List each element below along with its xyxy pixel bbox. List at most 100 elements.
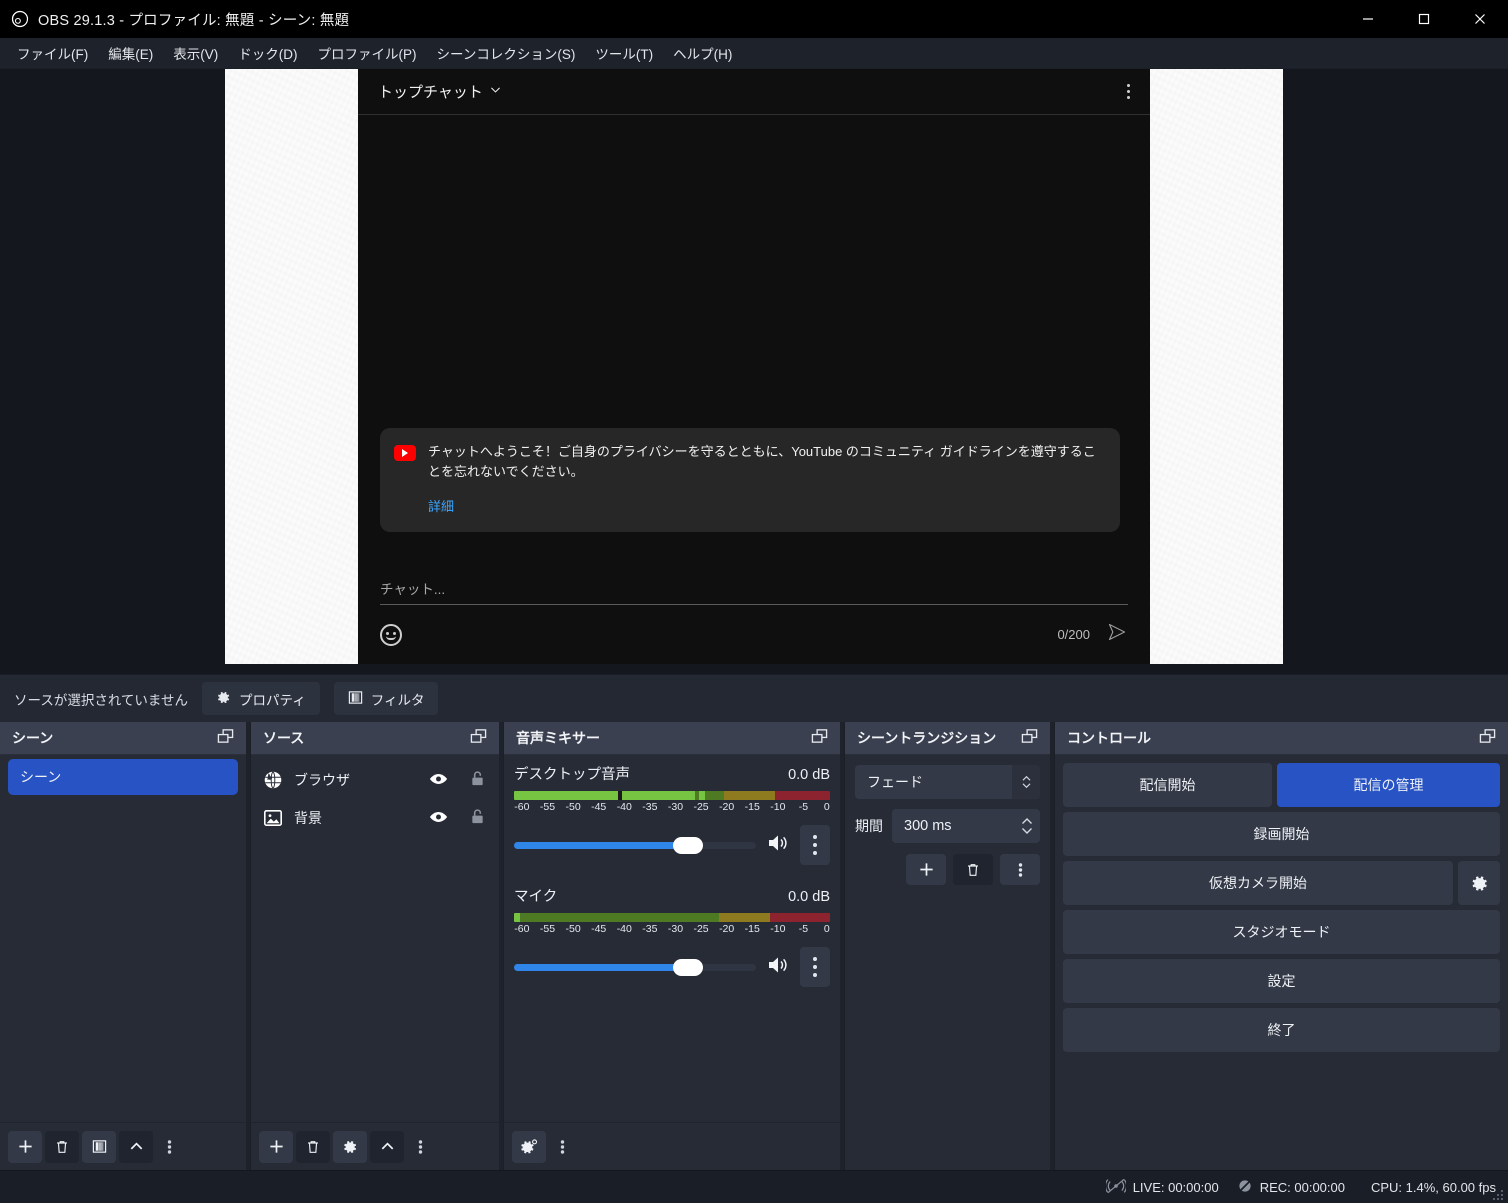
source-properties-gear-icon[interactable] — [333, 1130, 367, 1163]
scenes-dock-footer — [0, 1122, 246, 1170]
source-name: ブラウザ — [294, 772, 350, 788]
duration-row: 期間 300 ms — [855, 809, 1040, 843]
volume-slider[interactable] — [514, 957, 756, 977]
resize-grip[interactable] — [1492, 1188, 1504, 1200]
mixer-meter-ticks: -60 -55 -50 -45 -40 -35 -30 -25 -20 -15 … — [514, 923, 830, 935]
controls-body: 配信開始 配信の管理 録画開始 仮想カメラ開始 スタジオモード 設定 終了 — [1055, 755, 1508, 1170]
source-lock-icon[interactable] — [470, 770, 485, 790]
scenes-dock: シーン シーン — [0, 722, 246, 1170]
live-timer: LIVE: 00:00:00 — [1132, 1179, 1219, 1195]
menu-file[interactable]: ファイル(F) — [8, 39, 97, 67]
source-list-item[interactable]: 背景 — [251, 799, 499, 837]
speaker-on-icon[interactable] — [766, 832, 790, 859]
mixer-level-meter — [514, 913, 830, 922]
menu-view[interactable]: 表示(V) — [164, 39, 227, 67]
start-virtual-camera-button[interactable]: 仮想カメラ開始 — [1063, 861, 1453, 905]
exit-button[interactable]: 終了 — [1063, 1008, 1500, 1052]
source-toolbar: ソースが選択されていません プロパティ フィルタ — [0, 674, 1508, 722]
add-source-button[interactable] — [259, 1130, 293, 1163]
chevron-down-icon[interactable] — [489, 83, 502, 101]
scene-filters-button[interactable] — [82, 1130, 116, 1163]
chat-notice-link[interactable]: 詳細 — [428, 496, 454, 515]
menu-scene-collection[interactable]: シーンコレクション(S) — [428, 39, 585, 67]
add-scene-button[interactable] — [8, 1130, 42, 1163]
menu-profile[interactable]: プロファイル(P) — [309, 39, 426, 67]
chat-input-area: チャット... 0/200 — [358, 568, 1150, 664]
transition-buttons — [855, 854, 1040, 885]
source-lock-icon[interactable] — [470, 808, 485, 828]
emoji-icon[interactable] — [380, 623, 402, 646]
mixer-volume-row — [514, 947, 830, 987]
remove-source-button[interactable] — [296, 1130, 330, 1163]
transition-select[interactable]: フェード — [855, 765, 1040, 799]
undock-icon[interactable] — [1021, 728, 1038, 749]
move-source-up-button[interactable] — [370, 1130, 404, 1163]
menu-bar: ファイル(F) 編集(E) 表示(V) ドック(D) プロファイル(P) シーン… — [0, 38, 1508, 69]
remove-transition-button[interactable] — [953, 854, 993, 885]
status-bar: LIVE: 00:00:00 REC: 00:00:00 CPU: 1.4%, … — [0, 1170, 1508, 1203]
stream-buttons-row: 配信開始 配信の管理 — [1063, 763, 1500, 807]
chat-action-row: 0/200 — [380, 622, 1128, 647]
audio-settings-button[interactable] — [512, 1130, 546, 1163]
duration-label: 期間 — [855, 818, 883, 834]
undock-icon[interactable] — [470, 728, 487, 749]
stream-inactive-icon — [1104, 1178, 1127, 1197]
sources-list[interactable]: ブラウザ 背景 — [251, 755, 499, 1122]
menu-dock[interactable]: ドック(D) — [229, 39, 306, 67]
speaker-on-icon[interactable] — [766, 954, 790, 981]
transitions-dock-header: シーントランジション — [845, 722, 1050, 755]
scene-list-item[interactable]: シーン — [8, 759, 238, 795]
source-visibility-eye-icon[interactable] — [429, 772, 448, 789]
scene-more-options-button[interactable] — [156, 1131, 182, 1163]
scenes-list[interactable]: シーン — [0, 755, 246, 1122]
undock-icon[interactable] — [217, 728, 234, 749]
undock-icon[interactable] — [1479, 728, 1496, 749]
volume-slider[interactable] — [514, 835, 756, 855]
send-icon[interactable] — [1106, 622, 1128, 647]
manage-broadcast-button[interactable]: 配信の管理 — [1277, 763, 1500, 807]
mixer-more-options-button[interactable] — [800, 825, 830, 865]
filters-button[interactable]: フィルタ — [333, 682, 439, 715]
mixer-channel-name: デスクトップ音声 — [514, 767, 630, 783]
chat-more-options-icon[interactable] — [1127, 84, 1130, 99]
title-bar: OBS 29.1.3 - プロファイル: 無題 - シーン: 無題 — [0, 0, 1508, 38]
start-streaming-button[interactable]: 配信開始 — [1063, 763, 1272, 807]
menu-help[interactable]: ヘルプ(H) — [664, 39, 741, 67]
remove-scene-button[interactable] — [45, 1130, 79, 1163]
move-scene-up-button[interactable] — [119, 1130, 153, 1163]
mixer-channel-db: 0.0 dB — [788, 889, 830, 905]
duration-stepper[interactable]: 300 ms — [892, 809, 1040, 843]
source-visibility-eye-icon[interactable] — [429, 810, 448, 827]
preview-area[interactable]: トップチャット チャットへようこそ！ご自身のプライバシーを守るとともに、YouT… — [0, 69, 1508, 674]
properties-button[interactable]: プロパティ — [202, 682, 320, 715]
source-more-options-button[interactable] — [407, 1131, 433, 1163]
stepper-arrows-icon[interactable] — [1014, 809, 1040, 843]
minimize-button[interactable] — [1340, 0, 1396, 38]
add-transition-button[interactable] — [906, 854, 946, 885]
mixer-meter-ticks: -60 -55 -50 -45 -40 -35 -30 -25 -20 -15 … — [514, 801, 830, 813]
source-list-item[interactable]: ブラウザ — [251, 761, 499, 799]
undock-icon[interactable] — [811, 728, 828, 749]
browser-source-chat[interactable]: トップチャット チャットへようこそ！ご自身のプライバシーを守るとともに、YouT… — [358, 69, 1150, 664]
mixer-dock-footer — [504, 1122, 840, 1170]
preview-canvas[interactable]: トップチャット チャットへようこそ！ご自身のプライバシーを守るとともに、YouT… — [225, 69, 1283, 664]
mixer-more-options-button[interactable] — [549, 1131, 575, 1163]
settings-button[interactable]: 設定 — [1063, 959, 1500, 1003]
no-source-selected-label: ソースが選択されていません — [14, 692, 189, 708]
start-recording-button[interactable]: 録画開始 — [1063, 812, 1500, 856]
spinner-arrows-icon[interactable] — [1012, 765, 1040, 799]
rec-status: REC: 00:00:00 — [1237, 1178, 1345, 1197]
controls-dock-title: コントロール — [1067, 730, 1151, 746]
source-name: 背景 — [294, 810, 322, 826]
live-status: LIVE: 00:00:00 — [1104, 1178, 1219, 1197]
close-button[interactable] — [1452, 0, 1508, 38]
menu-tools[interactable]: ツール(T) — [586, 39, 662, 67]
mixer-more-options-button[interactable] — [800, 947, 830, 987]
menu-edit[interactable]: 編集(E) — [99, 39, 162, 67]
virtual-camera-settings-gear-icon[interactable] — [1458, 861, 1500, 905]
transition-more-options-button[interactable] — [1000, 854, 1040, 885]
chat-input[interactable]: チャット... — [380, 578, 1128, 605]
chat-header-title: トップチャット — [378, 84, 483, 101]
studio-mode-button[interactable]: スタジオモード — [1063, 910, 1500, 954]
maximize-button[interactable] — [1396, 0, 1452, 38]
